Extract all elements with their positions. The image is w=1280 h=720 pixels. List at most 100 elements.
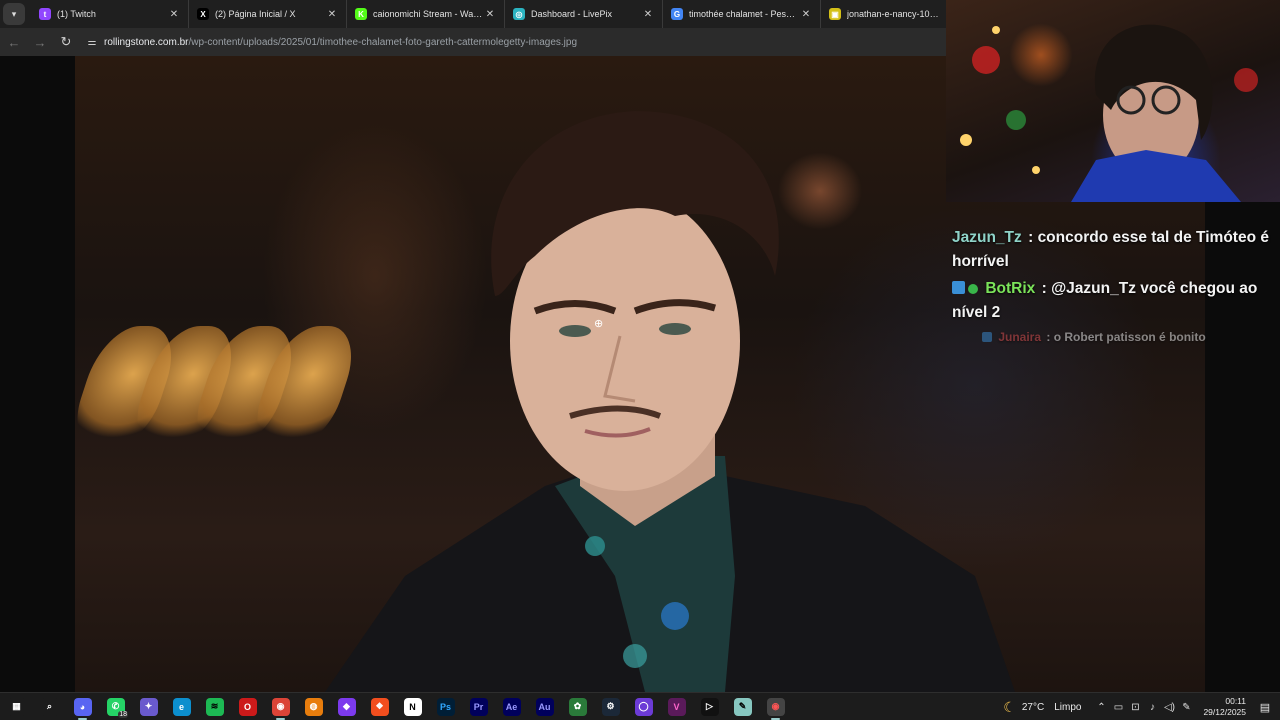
- close-tab-icon[interactable]: ✕: [326, 9, 338, 20]
- close-tab-icon[interactable]: ✕: [642, 9, 654, 20]
- tab-title: (2) Página Inicial / X: [215, 9, 296, 19]
- notes-app[interactable]: ✎: [726, 693, 759, 720]
- clock[interactable]: 00:11 29/12/2025: [1203, 696, 1246, 718]
- discord-icon: ◕: [73, 697, 92, 716]
- close-tab-icon[interactable]: ✕: [168, 9, 180, 20]
- site-info-icon[interactable]: ⚌: [84, 34, 100, 50]
- webcam-feed: [960, 24, 1258, 202]
- notion-app[interactable]: N: [396, 693, 429, 720]
- start-button[interactable]: ▦: [0, 693, 33, 720]
- obsidian-icon: ◆: [337, 697, 356, 716]
- browser-tab[interactable]: ◎ Dashboard - LivePix ✕: [505, 0, 663, 28]
- webcam-overlay: [946, 0, 1280, 202]
- aftereffects-icon: Ae: [502, 697, 521, 716]
- chat-overlay: Jazun_Tz : concordo esse tal de Timóteo …: [946, 202, 1280, 362]
- notification-icon[interactable]: ▤: [1256, 701, 1274, 714]
- notification-count: 18: [118, 710, 128, 718]
- browser-tab[interactable]: t (1) Twitch ✕: [31, 0, 189, 28]
- chevron-down-icon: ▾: [11, 8, 17, 19]
- premiere-app[interactable]: Pr: [462, 693, 495, 720]
- tray-app-icon[interactable]: ▭: [1110, 693, 1126, 720]
- blender-app[interactable]: ◍: [297, 693, 330, 720]
- x-logo-icon: X: [197, 8, 209, 20]
- whatsapp-app[interactable]: ✆ 18: [99, 693, 132, 720]
- weather-widget[interactable]: ☾ 27°C Limpo: [1003, 699, 1081, 716]
- chat-message: Jazun_Tz : concordo esse tal de Timóteo …: [952, 226, 1274, 274]
- twitch-icon: t: [39, 8, 51, 20]
- bot-badge-icon: [952, 281, 965, 294]
- search-button[interactable]: ⌕: [33, 693, 66, 720]
- chat-message: Junaira : o Robert patisson é bonito: [952, 328, 1274, 346]
- capcut-app[interactable]: ▷: [693, 693, 726, 720]
- opera-icon: O: [238, 697, 257, 716]
- badge-icon: [982, 332, 992, 342]
- search-icon: ⌕: [40, 697, 59, 716]
- tab-search-menu-button[interactable]: ▾: [3, 3, 25, 25]
- steam-app[interactable]: ⚙: [594, 693, 627, 720]
- recorder-app[interactable]: ◉: [759, 693, 792, 720]
- photoshop-app[interactable]: Ps: [429, 693, 462, 720]
- unknown-icon: ✿: [568, 697, 587, 716]
- audition-app[interactable]: Au: [528, 693, 561, 720]
- address-bar[interactable]: ⚌ rollingstone.com.br/wp-content/uploads…: [84, 31, 942, 53]
- browser-tab[interactable]: Kcaionomichi Stream - Watch Li...✕: [347, 0, 505, 28]
- obsidian-app[interactable]: ◆: [330, 693, 363, 720]
- tab-title: caionomichi Stream - Watch Li...: [373, 9, 484, 19]
- chat-username: Junaira: [998, 330, 1042, 344]
- start-icon: ▦: [7, 697, 26, 716]
- aftereffects-app[interactable]: Ae: [495, 693, 528, 720]
- zoom-cursor-icon: ⊕: [594, 318, 604, 330]
- speaker-icon[interactable]: ◁): [1161, 693, 1177, 720]
- url-host: rollingstone.com.br: [104, 36, 189, 48]
- browser-tab[interactable]: Gtimothée chalamet - Pesquisa G...✕: [663, 0, 821, 28]
- close-tab-icon[interactable]: ✕: [484, 9, 496, 20]
- tab-title: timothée chalamet - Pesquisa G...: [689, 9, 800, 19]
- back-button[interactable]: ←: [2, 30, 26, 54]
- verified-badge-icon: [968, 284, 978, 294]
- capcut-icon: ▷: [700, 697, 719, 716]
- chevron-up-icon[interactable]: ⌃: [1093, 693, 1109, 720]
- unknown-app[interactable]: ✿: [561, 693, 594, 720]
- figma-app[interactable]: ❖: [363, 693, 396, 720]
- chat-username: Jazun_Tz: [952, 229, 1022, 246]
- moon-icon: ☾: [1003, 698, 1016, 715]
- discord-app[interactable]: ◕: [66, 693, 99, 720]
- photoshop-icon: Ps: [436, 697, 455, 716]
- tab-title: (1) Twitch: [57, 9, 96, 19]
- edge-app[interactable]: e: [165, 693, 198, 720]
- notion-icon: N: [403, 697, 422, 716]
- premiere-icon: Pr: [469, 697, 488, 716]
- browser-tab[interactable]: X (2) Página Inicial / X ✕: [189, 0, 347, 28]
- close-tab-icon[interactable]: ✕: [800, 9, 812, 20]
- recorder-icon: ◉: [766, 697, 785, 716]
- chrome-app[interactable]: ◉: [264, 693, 297, 720]
- reload-button[interactable]: ↻: [54, 30, 78, 54]
- chat-separator: :: [1041, 280, 1047, 297]
- network-icon[interactable]: ⊡: [1127, 693, 1143, 720]
- spotify-icon: ≋: [205, 697, 224, 716]
- microphone-icon[interactable]: ♪: [1144, 693, 1160, 720]
- pen-icon[interactable]: ✎: [1178, 693, 1194, 720]
- spotify-app[interactable]: ≋: [198, 693, 231, 720]
- browser-tab-strip: ▾ t (1) Twitch ✕ X (2) Página Inicial / X ✕ Kc…: [0, 0, 946, 28]
- vegas-icon: V: [667, 697, 686, 716]
- copilot-icon: ✦: [139, 697, 158, 716]
- browser-tab[interactable]: ▣ jonathan-e-nancy-1000x600.jp...: [821, 0, 951, 28]
- chat-username: BotRix: [985, 280, 1036, 297]
- system-tray: ☾ 27°C Limpo ⌃ ▭ ⊡ ♪ ◁) ✎ 00:11 29/12/20…: [1003, 693, 1280, 720]
- screen: ▾ t (1) Twitch ✕ X (2) Página Inicial / X ✕ Kc…: [0, 0, 1280, 720]
- opera-app[interactable]: O: [231, 693, 264, 720]
- weather-condition: Limpo: [1054, 701, 1082, 713]
- obs-app[interactable]: ◯: [627, 693, 660, 720]
- browser-toolbar: ← → ↻ ⚌ rollingstone.com.br/wp-content/u…: [0, 28, 946, 56]
- obs-icon: ◯: [634, 697, 653, 716]
- notes-icon: ✎: [733, 697, 752, 716]
- arrow-right-icon: →: [33, 34, 47, 50]
- steam-icon: ⚙: [601, 697, 620, 716]
- chat-message: BotRix : @Jazun_Tz você chegou ao nível …: [952, 277, 1274, 325]
- blender-icon: ◍: [304, 697, 323, 716]
- copilot-app[interactable]: ✦: [132, 693, 165, 720]
- forward-button[interactable]: →: [28, 30, 52, 54]
- vegas-app[interactable]: V: [660, 693, 693, 720]
- reload-icon: ↻: [60, 34, 72, 49]
